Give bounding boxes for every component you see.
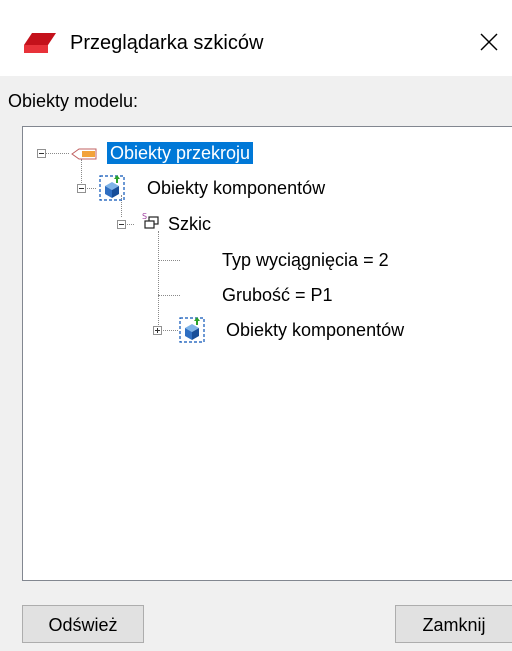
component-objects-icon (179, 317, 205, 343)
tree-node-thickness[interactable]: Grubość = P1 (222, 284, 333, 306)
tree-node-component-objects[interactable]: Obiekty komponentów (226, 319, 404, 341)
tree-connector (46, 153, 69, 154)
tree-node-component-objects[interactable]: Obiekty komponentów (147, 177, 325, 199)
dialog-content: Obiekty modelu: Obiekty przekroju Obiekt… (0, 76, 512, 651)
sketch-icon: S (142, 212, 159, 229)
close-button[interactable]: Zamknij (395, 605, 512, 643)
tree-connector (158, 231, 159, 329)
tree-connector (161, 330, 178, 331)
tree-node-section-objects[interactable]: Obiekty przekroju (107, 142, 254, 164)
model-objects-tree[interactable]: Obiekty przekroju Obiekty komponentów S … (22, 126, 512, 581)
component-objects-icon (99, 175, 125, 201)
model-objects-label: Obiekty modelu: (8, 91, 139, 111)
refresh-button[interactable]: Odśwież (22, 605, 144, 643)
tree-connector (81, 159, 82, 183)
title-bar: Przeglądarka szkiców (0, 0, 512, 76)
collapse-toggle[interactable] (117, 220, 126, 229)
tree-connector (158, 295, 180, 296)
collapse-toggle[interactable] (37, 149, 46, 158)
red-flag-app-icon (24, 33, 56, 53)
close-window-button[interactable] (466, 20, 512, 64)
close-icon (480, 33, 498, 51)
collapse-toggle[interactable] (77, 184, 86, 193)
svg-text:S: S (142, 212, 147, 221)
tree-node-extrusion-type[interactable]: Typ wyciągnięcia = 2 (222, 249, 389, 271)
tree-node-sketch[interactable]: Szkic (168, 213, 211, 235)
window-title: Przeglądarka szkiców (70, 32, 264, 54)
expand-toggle[interactable] (153, 326, 162, 335)
tree-connector (158, 260, 180, 261)
section-icon (71, 148, 97, 160)
